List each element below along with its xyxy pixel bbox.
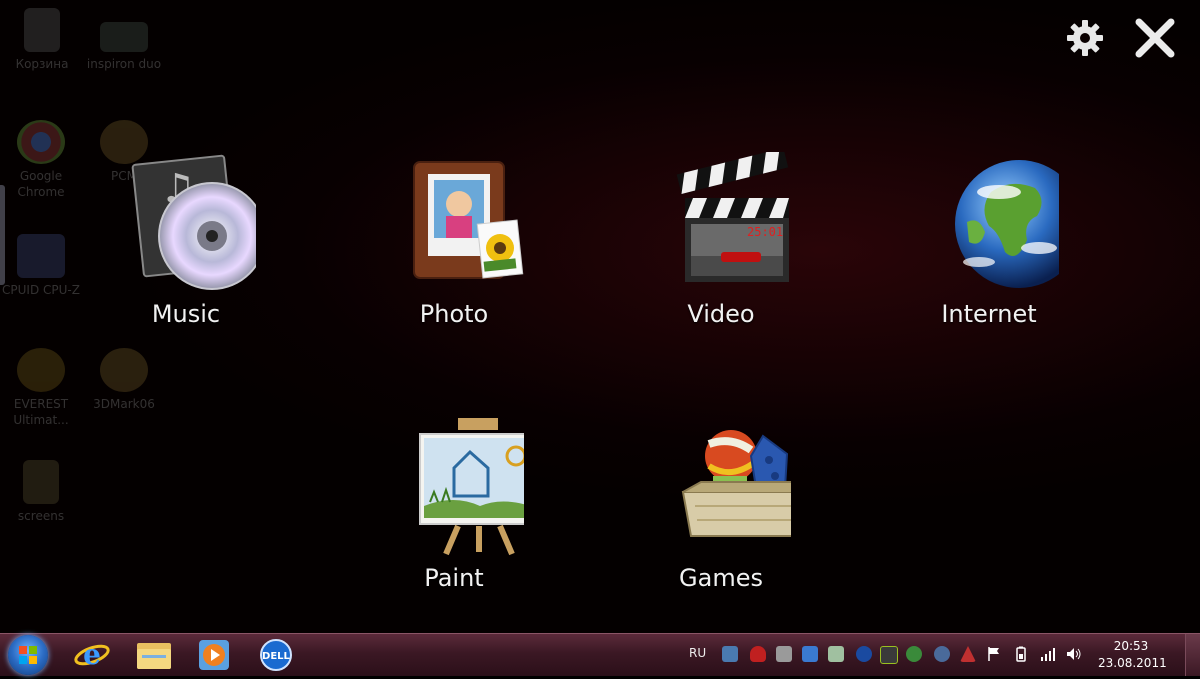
desktop-icon-recycle-bin[interactable]: Корзина: [2, 8, 82, 72]
photo-frame-icon: [384, 152, 524, 292]
app-photo-label: Photo: [419, 300, 489, 328]
music-cd-icon: ♫: [116, 152, 266, 292]
internet-explorer-icon: e: [74, 638, 110, 671]
app-music-label: Music: [151, 300, 221, 328]
toy-box-icon: [651, 416, 813, 556]
wifi-signal-icon[interactable]: [1040, 646, 1056, 662]
clapperboard-icon: 25:01: [651, 147, 791, 292]
battery-icon[interactable]: [1013, 646, 1029, 662]
action-center-flag-icon[interactable]: [986, 646, 1002, 662]
svg-text:e: e: [83, 638, 101, 671]
dell-icon: DELL: [260, 639, 292, 671]
app-video[interactable]: 25:01 Video: [621, 147, 821, 328]
left-edge-handle[interactable]: [0, 185, 5, 285]
language-indicator[interactable]: RU: [689, 646, 706, 660]
app-video-label: Video: [687, 300, 755, 328]
close-icon: [1135, 18, 1175, 58]
3dmark-icon: [100, 348, 148, 392]
desktop-icon-3dmark[interactable]: 3DMark06: [84, 348, 164, 412]
clock-date: 23.08.2011: [1098, 656, 1167, 670]
chrome-icon: [17, 120, 65, 164]
cpuz-icon: [17, 234, 65, 278]
gear-icon: [1067, 20, 1103, 56]
volume-icon[interactable]: [1066, 646, 1082, 662]
app-music[interactable]: ♫ Music: [86, 152, 286, 328]
tray-network-tools-icon[interactable]: [722, 646, 738, 662]
clock-time: 20:53: [1113, 639, 1149, 653]
windows-logo-icon: [19, 646, 37, 664]
bluetooth-icon[interactable]: [856, 646, 872, 662]
svg-text:DELL: DELL: [262, 651, 291, 662]
desktop-icon-chrome[interactable]: Google Chrome: [1, 120, 81, 200]
taskbar-internet-explorer[interactable]: e: [72, 637, 112, 673]
shortcut-icon: [100, 22, 148, 52]
taskbar: e DELL RU 20:53 23.08.2011: [0, 633, 1200, 676]
tray-nvidia-icon[interactable]: [880, 646, 898, 664]
taskbar-dell[interactable]: DELL: [256, 637, 296, 673]
app-photo[interactable]: Photo: [354, 152, 554, 328]
tray-shield-icon[interactable]: [750, 646, 766, 662]
app-games[interactable]: Games: [621, 416, 821, 592]
app-internet[interactable]: Internet: [889, 152, 1089, 328]
app-games-label: Games: [679, 564, 763, 592]
desktop: Корзина inspiron duo Google Chrome PCM C…: [0, 0, 1200, 633]
app-internet-label: Internet: [941, 300, 1037, 328]
globe-icon: [919, 152, 1083, 292]
desktop-icon-inspiron-duo[interactable]: inspiron duo: [84, 22, 164, 72]
media-player-icon: [199, 640, 229, 670]
explorer-folder-icon: [137, 643, 171, 669]
tray-gauge-icon[interactable]: [934, 646, 950, 662]
app-paint[interactable]: Paint: [354, 416, 554, 592]
everest-icon: [17, 348, 65, 392]
tray-monitor-icon[interactable]: [776, 646, 792, 662]
start-button[interactable]: [8, 635, 48, 675]
clock[interactable]: 20:53 23.08.2011: [1098, 638, 1167, 672]
tray-power-manager-icon[interactable]: [828, 646, 844, 662]
tray-display-icon[interactable]: [802, 646, 818, 662]
tray-antivirus-icon[interactable]: [960, 646, 976, 662]
recycle-bin-icon: [24, 8, 60, 52]
desktop-icon-screens[interactable]: screens: [1, 460, 81, 524]
easel-icon: [384, 416, 541, 556]
taskbar-explorer[interactable]: [134, 637, 174, 673]
folder-icon: [23, 460, 59, 504]
desktop-icon-everest[interactable]: EVEREST Ultimat...: [1, 348, 81, 428]
tray-update-icon[interactable]: [906, 646, 922, 662]
close-button[interactable]: [1133, 16, 1177, 60]
app-paint-label: Paint: [424, 564, 484, 592]
settings-button[interactable]: [1063, 16, 1107, 60]
taskbar-media-player[interactable]: [194, 637, 234, 673]
show-desktop-button[interactable]: [1185, 634, 1200, 676]
svg-text:25:01: 25:01: [747, 225, 783, 239]
desktop-icon-cpuz[interactable]: CPUID CPU-Z: [1, 234, 81, 298]
